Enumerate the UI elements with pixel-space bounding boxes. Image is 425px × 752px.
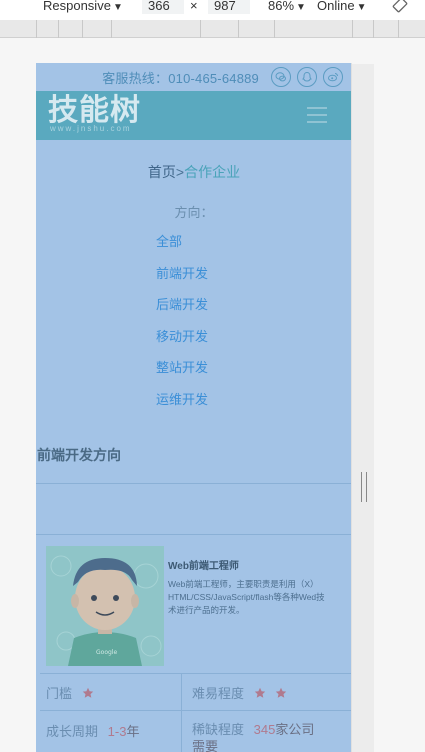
network-label: Online bbox=[317, 0, 355, 13]
device-mode-dropdown[interactable]: Responsive ▼ bbox=[43, 0, 123, 14]
divider bbox=[36, 534, 351, 535]
direction-item-backend[interactable]: 后端开发 bbox=[156, 296, 208, 328]
growth-metric: 成长周期 1-3年 bbox=[46, 721, 139, 740]
device-viewport: 客服热线：010-465-64889 技能树 www.jnshu.com 首页>… bbox=[36, 63, 352, 752]
ruler-tick bbox=[111, 20, 112, 38]
divider bbox=[40, 673, 351, 674]
times-label: × bbox=[190, 0, 198, 13]
ruler-tick bbox=[58, 20, 59, 38]
job-card[interactable]: Google Web前端工程师 Web前端工程师，主要职责是利用（X）HTML/… bbox=[40, 543, 351, 752]
qq-icon[interactable] bbox=[297, 67, 317, 87]
rotate-icon[interactable] bbox=[392, 0, 408, 13]
direction-item-frontend[interactable]: 前端开发 bbox=[156, 265, 208, 297]
device-mode-label: Responsive bbox=[43, 0, 111, 13]
chevron-down-icon: ▼ bbox=[296, 2, 306, 13]
shortage-label: 稀缺程度 bbox=[192, 722, 245, 737]
shortage-value: 345 bbox=[253, 722, 276, 737]
ruler-tick bbox=[274, 20, 275, 38]
ruler-tick bbox=[352, 20, 353, 38]
ruler-tick bbox=[398, 20, 399, 38]
breadcrumb-current[interactable]: 合作企业 bbox=[184, 164, 240, 180]
difficulty-label: 难易程度 bbox=[192, 686, 245, 701]
direction-item-fullstack[interactable]: 整站开发 bbox=[156, 359, 208, 391]
section-title: 前端开发方向 bbox=[37, 447, 121, 463]
growth-label: 成长周期 bbox=[46, 724, 99, 739]
direction-label: 方向： bbox=[174, 205, 214, 220]
width-value: 366 bbox=[148, 0, 170, 13]
threshold-metric: 门槛 bbox=[46, 683, 94, 702]
star-icon bbox=[254, 687, 265, 698]
shortage-metric: 稀缺程度 345家公司需要 bbox=[192, 721, 322, 752]
viewport-scroll-area bbox=[352, 64, 374, 752]
site-logo[interactable]: 技能树 www.jnshu.com bbox=[48, 93, 141, 134]
chevron-down-icon: ▼ bbox=[112, 2, 123, 13]
ruler-tick bbox=[82, 20, 83, 38]
divider bbox=[181, 673, 182, 752]
top-info-bar: 客服热线：010-465-64889 bbox=[36, 63, 351, 91]
ruler-tick bbox=[200, 20, 201, 38]
divider bbox=[36, 483, 351, 484]
media-query-ruler bbox=[0, 20, 425, 38]
height-input[interactable]: 987 bbox=[208, 0, 250, 14]
direction-item-mobile[interactable]: 移动开发 bbox=[156, 328, 208, 360]
difficulty-metric: 难易程度 bbox=[192, 683, 287, 702]
logo-url: www.jnshu.com bbox=[50, 124, 132, 133]
breadcrumb: 首页>合作企业 bbox=[36, 162, 351, 182]
height-value: 987 bbox=[214, 0, 236, 13]
ruler-tick bbox=[373, 20, 374, 38]
ruler-tick bbox=[238, 20, 239, 38]
site-header: 技能树 www.jnshu.com bbox=[36, 91, 351, 140]
job-title: Web前端工程师 bbox=[168, 561, 239, 572]
direction-item-all[interactable]: 全部 bbox=[156, 233, 208, 265]
main-content: 首页>合作企业 方向： 全部 前端开发 后端开发 移动开发 整站开发 运维开发 … bbox=[36, 140, 351, 752]
breadcrumb-home[interactable]: 首页 bbox=[148, 164, 176, 180]
devtools-toolbar: Responsive ▼ 366 × 987 86% ▼ Online ▼ bbox=[0, 0, 425, 20]
hamburger-menu-icon[interactable] bbox=[307, 107, 327, 123]
divider bbox=[40, 710, 351, 711]
ruler-tick bbox=[36, 20, 37, 38]
threshold-label: 门槛 bbox=[46, 686, 73, 701]
hotline-text: 客服热线：010-465-64889 bbox=[102, 70, 259, 86]
zoom-dropdown[interactable]: 86% ▼ bbox=[268, 0, 306, 14]
width-input[interactable]: 366 bbox=[142, 0, 184, 14]
growth-value: 1-3 bbox=[107, 724, 127, 739]
star-icon bbox=[276, 687, 287, 698]
weibo-icon[interactable] bbox=[323, 67, 343, 87]
times-symbol: × bbox=[190, 0, 198, 14]
growth-unit: 年 bbox=[126, 724, 140, 739]
logo-text: 技能树 bbox=[48, 93, 141, 128]
star-icon bbox=[82, 687, 93, 698]
breadcrumb-separator: > bbox=[175, 164, 185, 180]
job-illustration: Google bbox=[46, 546, 164, 666]
wechat-icon[interactable] bbox=[271, 67, 291, 87]
direction-filter-list: 全部 前端开发 后端开发 移动开发 整站开发 运维开发 bbox=[156, 233, 208, 423]
shirt-badge-text: Google bbox=[96, 649, 117, 656]
viewport-resize-handle[interactable] bbox=[361, 472, 367, 502]
job-description: Web前端工程师，主要职责是利用（X）HTML/CSS/JavaScript/f… bbox=[168, 579, 325, 615]
network-dropdown[interactable]: Online ▼ bbox=[317, 0, 366, 14]
chevron-down-icon: ▼ bbox=[356, 2, 367, 13]
zoom-label: 86% bbox=[268, 0, 295, 13]
direction-item-devops[interactable]: 运维开发 bbox=[156, 391, 208, 423]
